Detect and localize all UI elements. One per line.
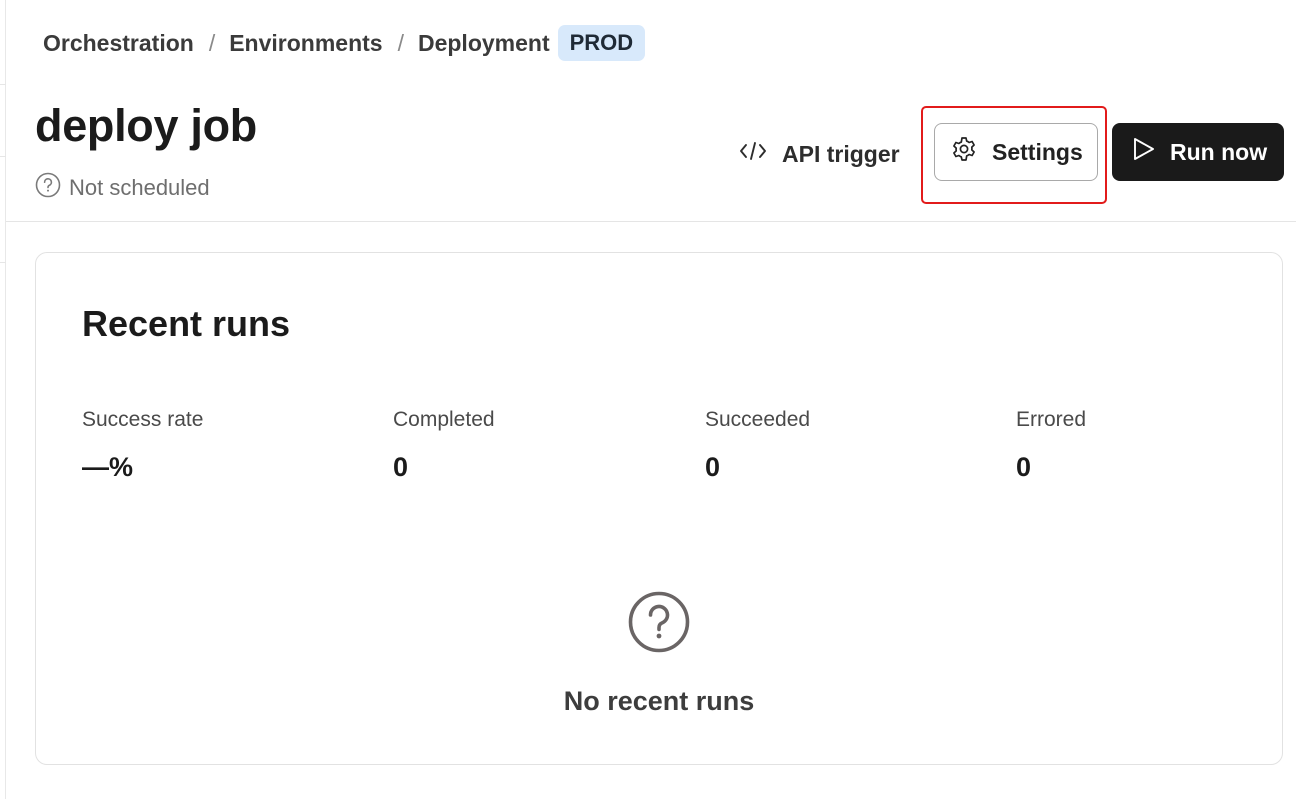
empty-state: No recent runs (36, 591, 1282, 717)
page-title: deploy job (35, 100, 258, 151)
breadcrumb-orchestration[interactable]: Orchestration (43, 30, 194, 57)
question-circle-icon (628, 591, 690, 658)
stat-completed: Completed 0 (393, 408, 495, 483)
stat-value: 0 (393, 452, 409, 482)
stat-value: —% (82, 452, 134, 482)
header-divider (6, 221, 1296, 222)
schedule-status: Not scheduled (35, 172, 210, 204)
stat-label: Errored (1016, 408, 1087, 431)
empty-state-message: No recent runs (563, 686, 755, 716)
api-trigger-button[interactable]: API trigger (738, 134, 900, 174)
stat-errored: Errored 0 (1016, 408, 1086, 483)
recent-runs-card: Recent runs Success rate —% Completed 0 … (35, 252, 1283, 765)
breadcrumb: Orchestration / Environments / Deploymen… (43, 24, 646, 62)
run-now-button[interactable]: Run now (1112, 123, 1284, 181)
breadcrumb-deployment[interactable]: Deployment (418, 30, 550, 57)
breadcrumb-separator: / (208, 29, 216, 56)
stat-label: Success rate (82, 408, 204, 431)
stat-value: 0 (705, 452, 721, 482)
environment-badge: PROD (557, 25, 646, 61)
settings-button[interactable]: Settings (934, 123, 1098, 181)
rail-divider (0, 156, 6, 157)
left-rail (0, 0, 6, 799)
rail-divider (0, 84, 6, 85)
gear-icon (950, 135, 978, 169)
breadcrumb-separator: / (397, 29, 404, 56)
breadcrumb-environments[interactable]: Environments (229, 30, 382, 57)
settings-label: Settings (992, 138, 1083, 165)
stat-label: Succeeded (705, 408, 811, 431)
stat-succeeded: Succeeded 0 (705, 408, 810, 483)
code-icon (738, 140, 768, 168)
schedule-status-text: Not scheduled (69, 175, 210, 200)
run-now-label: Run now (1170, 138, 1268, 165)
stat-success-rate: Success rate —% (82, 408, 203, 483)
api-trigger-label: API trigger (782, 140, 900, 167)
recent-runs-title: Recent runs (82, 303, 291, 344)
play-icon (1130, 136, 1156, 168)
rail-divider (0, 262, 6, 263)
stat-value: 0 (1016, 452, 1032, 482)
stat-label: Completed (393, 408, 495, 431)
question-circle-icon (35, 172, 61, 204)
